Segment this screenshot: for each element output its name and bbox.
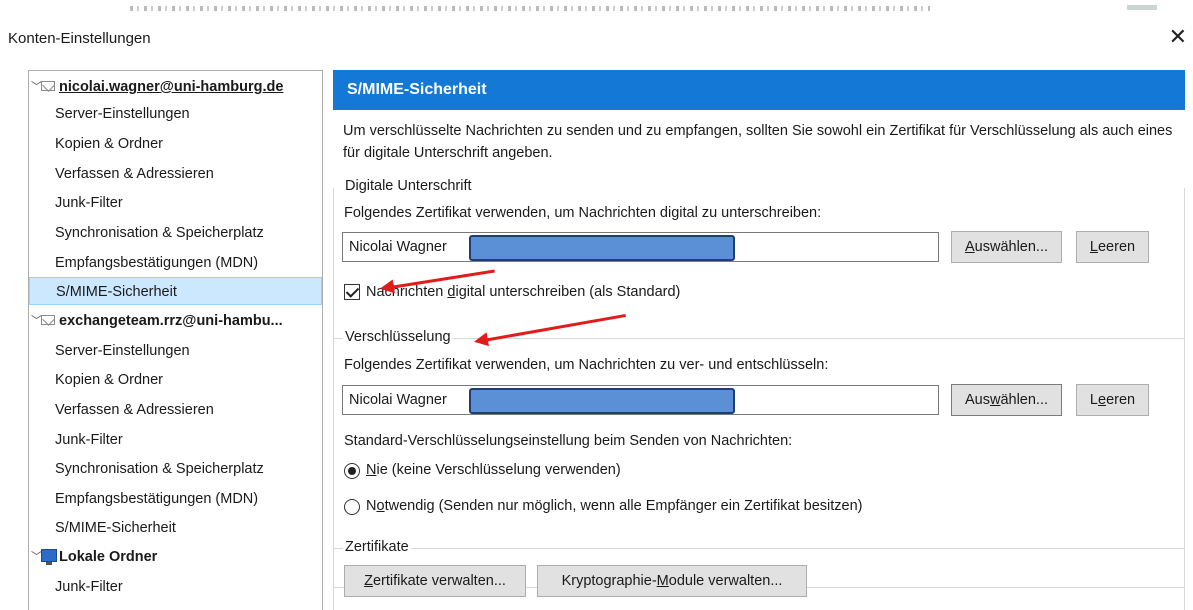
default-encryption-label: Standard-Verschlüsselungseinstellung bei… (344, 433, 793, 449)
sign-default-label[interactable]: Nachrichten digital unterschreiben (als … (366, 284, 680, 300)
background-text-fragment (1127, 5, 1157, 10)
tree-item-label: Empfangsbestätigungen (MDN) (55, 255, 259, 271)
signing-select-button[interactable]: Auswählen... (951, 231, 1062, 263)
encryption-select-button[interactable]: Auswählen... (951, 384, 1062, 416)
account-label: exchangeteam.rrz@uni-hambu... (59, 313, 283, 329)
window-title: Konten-Einstellungen (8, 30, 151, 47)
tree-item-junk[interactable]: Junk-Filter (29, 189, 322, 217)
title-bar: Konten-Einstellungen ✕ (0, 22, 1193, 56)
group-legend: Digitale Unterschrift (343, 178, 474, 194)
tree-item-copies-folders[interactable]: Kopien & Ordner (29, 366, 322, 394)
settings-panel: S/MIME-Sicherheit Um verschlüsselte Nach… (333, 70, 1193, 610)
tree-item-composition[interactable]: Verfassen & Adressieren (29, 160, 322, 188)
btn-accesskey: w (989, 392, 1001, 408)
intro-text: Um verschlüsselte Nachrichten zu senden … (343, 123, 1173, 161)
account-label: nicolai.wagner@uni-hamburg.de (59, 79, 284, 95)
radio-never[interactable] (344, 463, 360, 479)
group-legend: Zertifikate (343, 539, 411, 555)
btn-accesskey: Z (364, 573, 373, 589)
close-icon[interactable]: ✕ (1169, 24, 1187, 50)
btn-text: Kryptographie- (561, 573, 657, 589)
tree-item-label: Synchronisation & Speicherplatz (55, 225, 264, 241)
btn-text: eeren (1097, 239, 1136, 255)
account-nicolai[interactable]: ﹀ nicolai.wagner@uni-hamburg.de (29, 73, 322, 101)
tree-item-label: Junk-Filter (55, 432, 123, 448)
btn-text: eren (1106, 392, 1136, 408)
btn-text: ählen... (1000, 392, 1049, 408)
tree-item-label: S/MIME-Sicherheit (56, 284, 177, 300)
encryption-clear-button[interactable]: Leeren (1076, 384, 1149, 416)
tree-item-label: Kopien & Ordner (55, 136, 164, 152)
opt-text-part: N (366, 498, 377, 514)
opt-accesskey: N (366, 462, 377, 478)
tree-item-label: Verfassen & Adressieren (55, 166, 214, 182)
tree-item-server-settings[interactable]: Server-Einstellungen (29, 337, 322, 365)
computer-icon (41, 549, 57, 565)
tree-item-label: Kopien & Ordner (55, 372, 164, 388)
btn-accesskey: M (656, 573, 669, 589)
tree-item-label: Junk-Filter (55, 195, 123, 211)
manage-certificates-button[interactable]: Zertifikate verwalten... (344, 565, 526, 597)
tree-item-mdn[interactable]: Empfangsbestätigungen (MDN) (29, 485, 322, 513)
tree-item-copies-folders[interactable]: Kopien & Ordner (29, 130, 322, 158)
radio-required[interactable] (344, 499, 360, 515)
btn-text: Aus (964, 392, 990, 408)
page-title: S/MIME-Sicherheit (333, 70, 1185, 110)
tree-item-label: Empfangsbestätigungen (MDN) (55, 491, 259, 507)
tree-item-composition[interactable]: Verfassen & Adressieren (29, 396, 322, 424)
opt-text-part: igital unterschreiben (als Standard) (455, 284, 681, 300)
btn-accesskey: e (1097, 392, 1107, 408)
redaction-box (469, 388, 735, 414)
signing-cert-field[interactable]: Nicolai Wagner (342, 232, 939, 262)
signing-cert-value: Nicolai Wagner (349, 239, 447, 255)
sign-default-checkbox[interactable] (344, 284, 360, 300)
opt-text-part: ie (keine Verschlüsselung verwenden) (376, 462, 621, 478)
tree-item-junk[interactable]: Junk-Filter (29, 573, 322, 601)
background-text-fragment (130, 6, 930, 11)
btn-text: uswählen... (974, 239, 1049, 255)
tree-item-sync[interactable]: Synchronisation & Speicherplatz (29, 219, 322, 247)
signing-label: Folgendes Zertifikat verwenden, um Nachr… (344, 205, 822, 221)
certificates-group: Zertifikate Zertifikate verwalten... Kry… (333, 539, 1185, 610)
account-exchangeteam[interactable]: ﹀ exchangeteam.rrz@uni-hambu... (29, 307, 322, 335)
encryption-cert-value: Nicolai Wagner (349, 392, 447, 408)
manage-crypto-modules-button[interactable]: Kryptographie-Module verwalten... (537, 565, 807, 597)
envelope-icon (41, 81, 55, 91)
tree-item-label: Verfassen & Adressieren (55, 402, 214, 418)
encryption-label: Folgendes Zertifikat verwenden, um Nachr… (344, 357, 829, 373)
radio-required-label[interactable]: Notwendig (Senden nur möglich, wenn alle… (366, 498, 863, 514)
btn-text: ertifikate verwalten... (372, 573, 506, 589)
tree-item-server-settings[interactable]: Server-Einstellungen (29, 100, 322, 128)
group-legend: Verschlüsselung (343, 329, 453, 345)
tree-item-mdn[interactable]: Empfangsbestätigungen (MDN) (29, 249, 322, 277)
signing-clear-button[interactable]: Leeren (1076, 231, 1149, 263)
envelope-icon (41, 315, 55, 325)
tree-item-label: Junk-Filter (55, 579, 123, 595)
btn-accesskey: L (1089, 239, 1098, 255)
encryption-cert-field[interactable]: Nicolai Wagner (342, 385, 939, 415)
tree-item-smime[interactable]: S/MIME-Sicherheit (29, 514, 322, 542)
btn-text: odule verwalten... (668, 573, 783, 589)
background-window-strip (0, 0, 1193, 22)
radio-never-label[interactable]: Nie (keine Verschlüsselung verwenden) (366, 462, 621, 478)
tree-item-sync[interactable]: Synchronisation & Speicherplatz (29, 455, 322, 483)
redaction-box (469, 235, 735, 261)
account-label: Lokale Ordner (59, 549, 158, 565)
tree-item-junk[interactable]: Junk-Filter (29, 426, 322, 454)
opt-accesskey: o (376, 498, 385, 514)
account-local-folders[interactable]: ﹀ Lokale Ordner (29, 543, 322, 571)
account-tree[interactable]: ﹀ nicolai.wagner@uni-hamburg.de Server-E… (28, 70, 323, 610)
tree-item-label: Server-Einstellungen (55, 106, 190, 122)
tree-item-label: S/MIME-Sicherheit (55, 520, 176, 536)
opt-text-part: twendig (Senden nur möglich, wenn alle E… (384, 498, 863, 514)
tree-item-label: Server-Einstellungen (55, 343, 190, 359)
btn-accesskey: A (964, 239, 975, 255)
tree-item-smime-selected[interactable]: S/MIME-Sicherheit (29, 277, 322, 305)
btn-text: L (1089, 392, 1098, 408)
tree-item-label: Synchronisation & Speicherplatz (55, 461, 264, 477)
